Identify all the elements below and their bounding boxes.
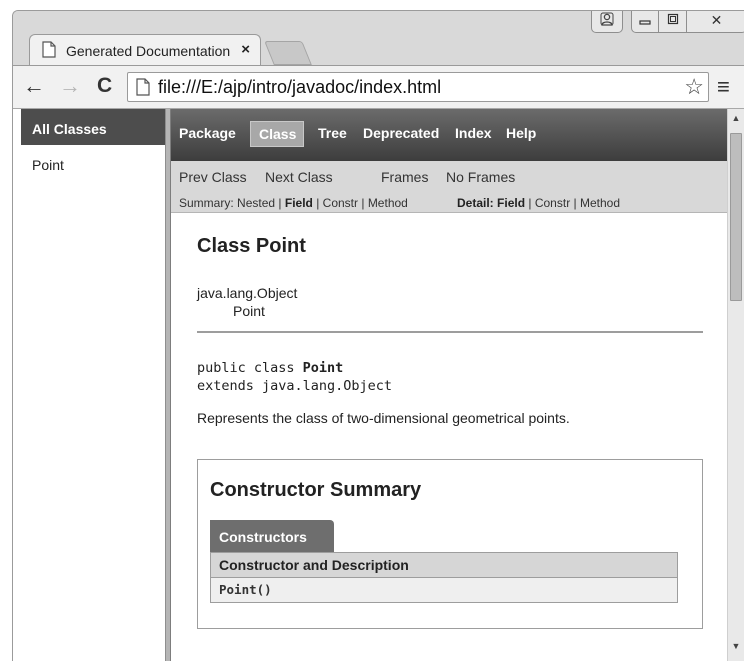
no-frames-link[interactable]: No Frames [446, 169, 515, 185]
minimize-icon [632, 12, 658, 29]
close-window-button[interactable]: ✕ [687, 11, 744, 33]
top-navbar: Package Class Tree Deprecated Index Help [171, 109, 727, 161]
summary-field-link[interactable]: Field [285, 196, 313, 210]
sub-navbar: Prev Class Next Class Frames No Frames S… [171, 161, 727, 213]
maximize-icon [659, 12, 686, 29]
horizontal-rule [197, 331, 703, 333]
scrollbar-thumb[interactable] [730, 133, 742, 301]
user-button[interactable] [591, 11, 623, 33]
close-icon: ✕ [710, 12, 723, 28]
constructor-table: Constructor and Description Point() [210, 552, 678, 603]
nav-class: Class [259, 126, 297, 142]
browser-toolbar: ← → C file:///E:/ajp/intro/javadoc/index… [13, 65, 744, 109]
page-viewport: All Classes Point Package Class Tree Dep… [13, 109, 744, 661]
reload-icon[interactable]: C [97, 74, 112, 98]
maximize-button[interactable] [659, 11, 687, 33]
detail-label: Detail: [457, 196, 494, 210]
all-classes-frame: All Classes Point [21, 109, 166, 661]
browser-window: Generated Documentation × ✕ ← → C file:/… [12, 10, 744, 661]
scroll-up-icon[interactable]: ▲ [728, 113, 744, 123]
nav-deprecated[interactable]: Deprecated [363, 125, 439, 141]
address-bar[interactable]: file:///E:/ajp/intro/javadoc/index.html … [127, 72, 709, 102]
tab-title: Generated Documentation [66, 43, 231, 59]
detail-links: Detail: Field | Constr | Method [457, 196, 621, 210]
hamburger-menu-icon[interactable]: ≡ [717, 76, 730, 98]
class-frame: Package Class Tree Deprecated Index Help… [171, 109, 744, 661]
detail-constr-link[interactable]: Constr [535, 196, 570, 210]
nav-tree[interactable]: Tree [318, 125, 347, 141]
summary-constr-link[interactable]: Constr [323, 196, 358, 210]
browser-tab[interactable]: Generated Documentation × [29, 34, 261, 66]
constructor-summary: Constructor Summary Constructors Constru… [197, 459, 703, 629]
class-extends: extends java.lang.Object [197, 378, 393, 394]
vertical-scrollbar[interactable]: ▲ ▼ [727, 109, 744, 661]
arrow-right-icon[interactable]: → [59, 74, 81, 98]
frames-link[interactable]: Frames [381, 169, 428, 185]
summary-nested: Nested [237, 196, 276, 210]
detail-method-link[interactable]: Method [580, 196, 620, 210]
signature-name: Point [302, 360, 344, 376]
class-description: Represents the class of two-dimensional … [197, 410, 570, 426]
new-tab-button[interactable] [264, 41, 312, 65]
nav-package[interactable]: Package [179, 125, 236, 141]
prev-class-link[interactable]: Prev Class [179, 169, 247, 185]
title-bar: Generated Documentation × ✕ [13, 11, 744, 66]
document-icon [42, 41, 56, 63]
nav-help[interactable]: Help [506, 125, 536, 141]
constructor-summary-title: Constructor Summary [210, 479, 422, 501]
signature-prefix: public class [197, 360, 303, 376]
url-text[interactable]: file:///E:/ajp/intro/javadoc/index.html [158, 77, 441, 98]
inheritance-parent: java.lang.Object [197, 285, 298, 301]
constructor-table-header: Constructor and Description [211, 553, 677, 578]
all-classes-header: All Classes [21, 109, 165, 145]
nav-class-active: Class [250, 121, 304, 147]
inheritance-child: Point [233, 303, 265, 319]
class-title: Class Point [197, 235, 306, 257]
summary-method-link[interactable]: Method [368, 196, 408, 210]
nav-index[interactable]: Index [455, 125, 492, 141]
page-icon [136, 78, 150, 101]
tab-close-button[interactable]: × [241, 41, 250, 58]
detail-field-link[interactable]: Field [497, 196, 525, 210]
class-link-point[interactable]: Point [32, 157, 64, 173]
scroll-down-icon[interactable]: ▼ [728, 641, 744, 651]
arrow-left-icon[interactable]: ← [23, 74, 45, 98]
constructor-link-point[interactable]: Point() [211, 578, 677, 602]
class-signature: public class Point [197, 360, 343, 376]
user-icon [592, 12, 622, 29]
next-class-link[interactable]: Next Class [265, 169, 333, 185]
summary-links: Summary: Nested | Field | Constr | Metho… [179, 196, 408, 210]
star-icon[interactable]: ☆ [684, 74, 704, 100]
minimize-button[interactable] [631, 11, 659, 33]
summary-label: Summary: [179, 196, 234, 210]
constructors-tab: Constructors [210, 520, 334, 553]
